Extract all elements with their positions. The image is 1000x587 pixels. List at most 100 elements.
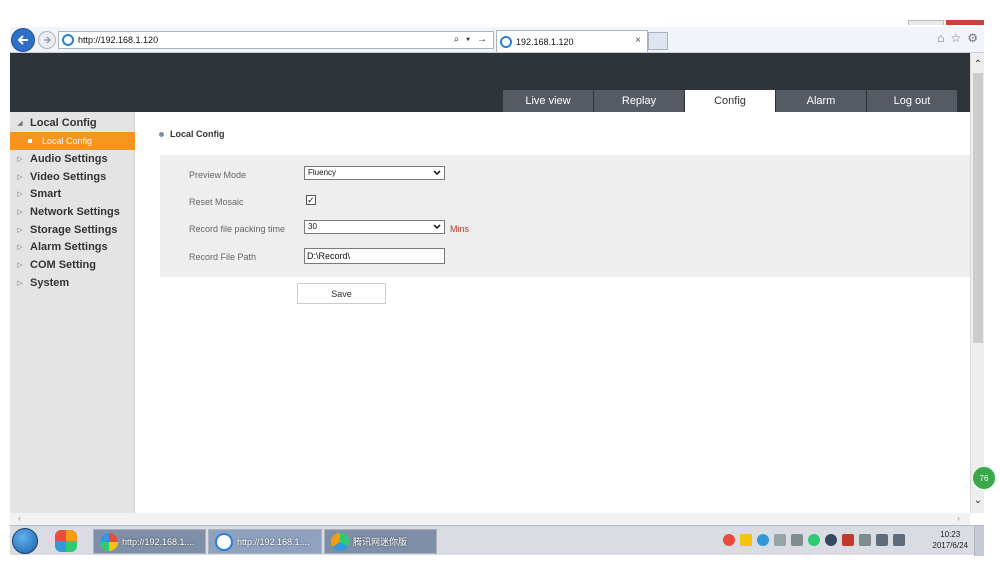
vertical-scrollbar[interactable]: ⌃ ⌄ (970, 53, 984, 513)
volume-icon[interactable] (893, 534, 905, 546)
chevron-down-icon (433, 224, 441, 230)
sidebar: ◢ Local Config Local Config ▷ Audio Sett… (10, 112, 135, 513)
security-app-icon[interactable] (55, 530, 77, 552)
clock[interactable]: 10:23 2017/6/24 (932, 529, 968, 551)
screen: http://192.168.1.120 ⌕ ▾ → 192.168.1.120… (0, 0, 1000, 587)
window-restore-button[interactable] (908, 20, 944, 25)
caret-right-icon: ▷ (17, 173, 23, 181)
tray-app-icon[interactable] (859, 534, 871, 546)
tray-app-icon[interactable] (842, 534, 854, 546)
display-icon[interactable] (791, 534, 803, 546)
sidebar-item-label: Alarm Settings (30, 240, 108, 253)
ie-tab-icon (500, 35, 512, 48)
bullet-icon (28, 139, 32, 143)
back-button[interactable] (11, 28, 35, 52)
ie-icon (62, 34, 74, 46)
address-tools[interactable]: ⌕ ▾ → (454, 34, 489, 45)
settings-panel: Preview Mode Fluency Reset Mosaic ✓ Reco… (160, 155, 970, 277)
settings-gear-icon[interactable]: ⚙ (967, 31, 978, 45)
sidebar-item-label: Network Settings (30, 205, 120, 218)
reset-mosaic-label: Reset Mosaic (189, 197, 244, 207)
nav-config[interactable]: Config (685, 90, 775, 112)
taskbar-item-browser-2[interactable]: http://192.168.1.... (208, 529, 322, 554)
main-content: Local Config Preview Mode Fluency Reset … (135, 112, 970, 513)
caret-right-icon: ▷ (17, 208, 23, 216)
sidebar-item-system[interactable]: ▷ System (10, 274, 135, 291)
scroll-thumb[interactable] (973, 73, 983, 343)
sidebar-item-storage-settings[interactable]: ▷ Storage Settings (10, 221, 135, 238)
signal-icon[interactable] (876, 534, 888, 546)
scroll-right-icon[interactable]: › (957, 513, 960, 523)
record-packing-label: Record file packing time (189, 224, 286, 234)
tab-title: 192.168.1.120 (516, 36, 574, 47)
nav-live-view[interactable]: Live view (503, 90, 593, 112)
preview-mode-select[interactable]: Fluency (304, 166, 445, 180)
nav-log-out[interactable]: Log out (867, 90, 957, 112)
qq-icon[interactable] (825, 534, 837, 546)
taskbar-item-label: 腾讯网迷你版 (353, 537, 408, 547)
sidebar-item-label: Smart (30, 187, 62, 200)
arrow-left-icon (17, 35, 28, 45)
sidebar-item-audio-settings[interactable]: ▷ Audio Settings (10, 150, 135, 167)
sidebar-item-smart[interactable]: ▷ Smart (10, 185, 135, 202)
start-button[interactable] (12, 528, 38, 554)
horizontal-scrollbar[interactable]: ‹ › (10, 513, 970, 525)
record-path-label: Record File Path (189, 252, 257, 262)
sidebar-subitem-label: Local Config (42, 136, 93, 146)
preview-mode-value: Fluency (308, 168, 337, 177)
scroll-left-icon[interactable]: ‹ (18, 513, 21, 523)
sidebar-item-label: Storage Settings (30, 223, 118, 236)
tencent-icon (331, 532, 349, 551)
input-method-icon[interactable] (723, 534, 735, 546)
preview-mode-label: Preview Mode (189, 170, 247, 180)
browser-toolbar: http://192.168.1.120 ⌕ ▾ → 192.168.1.120… (10, 27, 984, 53)
record-packing-select[interactable]: 30 (304, 220, 445, 234)
taskbar-item-tencent[interactable]: 腾讯网迷你版 (324, 529, 437, 554)
tray-app-icon[interactable] (808, 534, 820, 546)
sidebar-item-network-settings[interactable]: ▷ Network Settings (10, 203, 135, 220)
window-close-button[interactable] (946, 20, 984, 25)
ie-icon (215, 532, 233, 551)
nav-replay[interactable]: Replay (594, 90, 684, 112)
caret-right-icon: ▷ (17, 226, 23, 234)
sidebar-item-video-settings[interactable]: ▷ Video Settings (10, 168, 135, 185)
usb-icon[interactable] (774, 534, 786, 546)
new-tab-button[interactable] (648, 32, 668, 50)
favorites-star-icon[interactable]: ☆ (950, 31, 961, 45)
save-button[interactable]: Save (297, 283, 386, 304)
arrow-right-icon (44, 36, 51, 44)
forward-button[interactable] (38, 31, 56, 49)
sidebar-item-com-setting[interactable]: ▷ COM Setting (10, 256, 135, 273)
scroll-down-icon[interactable]: ⌄ (971, 495, 985, 507)
browser-tab[interactable]: 192.168.1.120 × (496, 30, 648, 52)
sidebar-item-local-config[interactable]: ◢ Local Config (10, 114, 135, 131)
record-packing-value: 30 (308, 222, 317, 231)
record-path-input[interactable] (304, 248, 445, 264)
sidebar-item-label: Video Settings (30, 170, 107, 183)
browser-icons: ⌂ ☆ ⚙ (937, 31, 978, 45)
taskbar-item-label: http://192.168.1.... (237, 536, 310, 547)
reset-mosaic-checkbox[interactable]: ✓ (306, 195, 316, 205)
sidebar-item-alarm-settings[interactable]: ▷ Alarm Settings (10, 238, 135, 255)
section-title: Local Config (159, 129, 225, 139)
scroll-up-icon[interactable]: ⌃ (971, 59, 985, 71)
taskbar: http://192.168.1.... http://192.168.1...… (10, 525, 984, 556)
tray-app-icon[interactable] (757, 534, 769, 546)
taskbar-item-browser-1[interactable]: http://192.168.1.... (93, 529, 206, 554)
sidebar-item-label: Audio Settings (30, 152, 108, 165)
bullet-icon (159, 131, 164, 137)
home-icon[interactable]: ⌂ (937, 31, 944, 45)
caret-right-icon: ▷ (17, 279, 23, 287)
address-bar[interactable]: http://192.168.1.120 ⌕ ▾ → (58, 31, 494, 49)
tab-close-icon[interactable]: × (635, 35, 641, 46)
caret-right-icon: ▷ (17, 190, 23, 198)
clock-date: 2017/6/24 (932, 541, 968, 550)
caret-down-icon: ◢ (17, 119, 23, 127)
sidebar-item-label: Local Config (30, 116, 97, 129)
show-desktop-button[interactable] (974, 526, 984, 556)
nav-alarm[interactable]: Alarm (776, 90, 866, 112)
sidebar-subitem-local-config[interactable]: Local Config (10, 132, 135, 150)
caret-right-icon: ▷ (17, 243, 23, 251)
tray-app-icon[interactable] (740, 534, 752, 546)
network-speed-badge[interactable]: 76 (971, 465, 997, 491)
